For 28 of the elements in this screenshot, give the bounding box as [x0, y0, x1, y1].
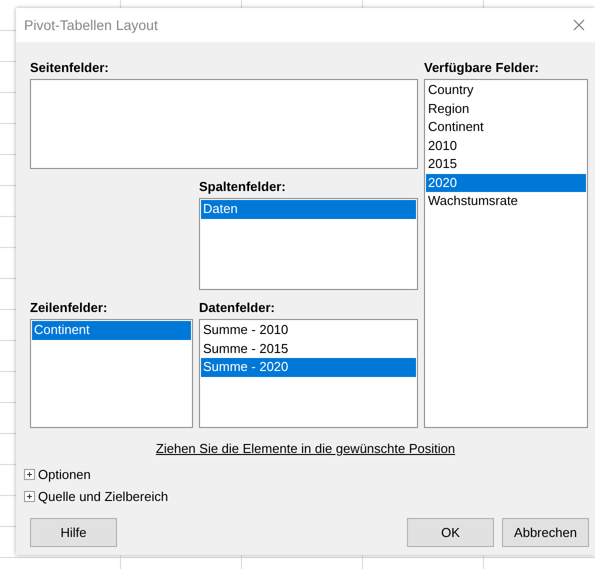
- dialog-button[interactable]: OK: [407, 518, 494, 547]
- expander[interactable]: Quelle und Zielbereich: [24, 486, 168, 506]
- field-label: Seitenfelder:: [30, 60, 110, 77]
- field-label: Verfügbare Felder:: [424, 60, 540, 77]
- field-item[interactable]: Continent: [426, 118, 586, 136]
- field-label: Spaltenfelder:: [199, 179, 287, 196]
- row-fields-list[interactable]: Continent: [30, 319, 193, 428]
- dialog-button[interactable]: Abbrechen: [502, 518, 589, 547]
- help-button[interactable]: Hilfe: [30, 518, 117, 547]
- window-title: Pivot-Tabellen Layout: [24, 17, 158, 33]
- field-item[interactable]: Wachstumsrate: [426, 192, 586, 210]
- field-item[interactable]: Continent: [32, 321, 191, 340]
- field-item[interactable]: Summe - 2010: [201, 321, 416, 340]
- field-item[interactable]: 2020: [426, 174, 586, 192]
- field-item[interactable]: Country: [426, 81, 586, 100]
- field-item[interactable]: Daten: [201, 200, 416, 218]
- field-item[interactable]: Summe - 2015: [201, 340, 416, 358]
- field-item[interactable]: Region: [426, 100, 586, 118]
- field-item[interactable]: Summe - 2020: [201, 358, 416, 376]
- column-fields-list[interactable]: Daten: [199, 198, 418, 290]
- field-item[interactable]: 2015: [426, 155, 586, 174]
- expander[interactable]: Optionen: [24, 464, 91, 484]
- field-item[interactable]: 2010: [426, 136, 586, 155]
- field-label: Datenfelder:: [199, 300, 276, 317]
- available-fields-list[interactable]: Country Region Continent 2010 2015 2020 Wachstumsrate: [424, 79, 588, 428]
- field-label: Zeilenfelder:: [30, 300, 108, 317]
- data-fields-list[interactable]: Summe - 2010 Summe - 2015 Summe - 2020: [199, 319, 418, 428]
- hint-text: Ziehen Sie die Elemente in die gewünschte Position: [156, 441, 456, 456]
